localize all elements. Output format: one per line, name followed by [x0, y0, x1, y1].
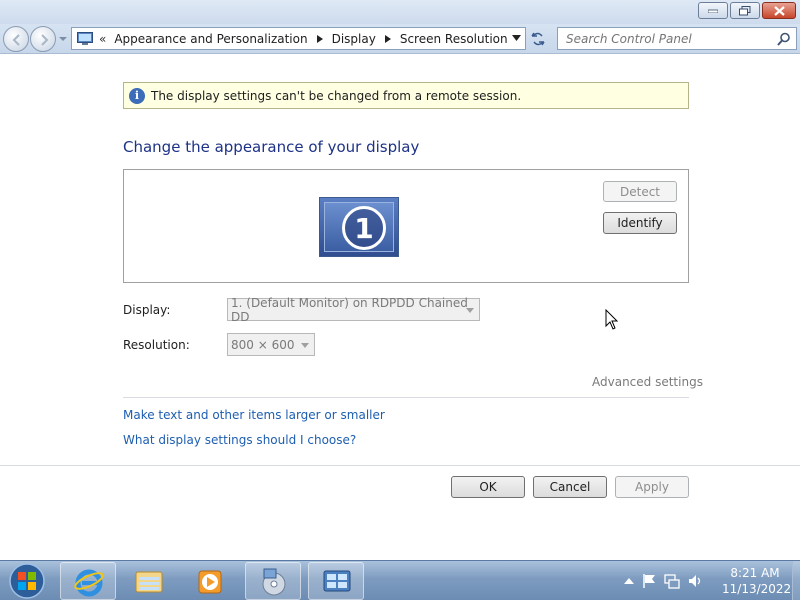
taskbar-control-panel[interactable] — [308, 562, 364, 600]
display-select[interactable]: 1. (Default Monitor) on RDPDD Chained DD — [227, 295, 480, 324]
taskbar-internet-explorer[interactable] — [60, 562, 116, 600]
resolution-label: Resolution: — [123, 338, 190, 352]
dvd-maker-icon — [262, 568, 286, 596]
forward-arrow-icon — [41, 34, 49, 46]
explorer-icon — [135, 571, 163, 593]
larger-text-link[interactable]: Make text and other items larger or smal… — [123, 408, 385, 422]
restore-button[interactable] — [730, 2, 760, 19]
breadcrumb-screen-resolution[interactable]: Screen Resolution — [400, 32, 508, 46]
display-help-link[interactable]: What display settings should I choose? — [123, 433, 356, 447]
search-box[interactable] — [557, 27, 797, 50]
back-arrow-icon — [12, 34, 20, 46]
address-dropdown-icon[interactable] — [512, 35, 521, 41]
control-panel-taskbar-icon — [323, 570, 351, 592]
internet-explorer-icon — [74, 569, 104, 597]
breadcrumb-appearance[interactable]: Appearance and Personalization — [114, 32, 307, 46]
media-player-icon — [198, 570, 222, 594]
minimize-button[interactable] — [698, 2, 728, 19]
apply-button[interactable]: Apply — [615, 476, 689, 498]
address-bar[interactable]: « Appearance and Personalization Display… — [71, 27, 526, 50]
divider — [123, 397, 689, 398]
close-button[interactable] — [762, 2, 796, 19]
cancel-button[interactable]: Cancel — [533, 476, 607, 498]
system-tray: 8:21 AM 11/13/2022 — [620, 561, 792, 600]
page-title: Change the appearance of your display — [123, 138, 420, 156]
monitor-icon[interactable]: 1 — [319, 197, 399, 257]
navigation-bar: « Appearance and Personalization Display… — [0, 24, 800, 54]
minimize-icon — [708, 9, 718, 13]
forward-button[interactable] — [30, 26, 56, 52]
show-hidden-icons-icon[interactable] — [624, 577, 634, 585]
refresh-icon[interactable] — [529, 30, 547, 48]
network-icon[interactable] — [664, 573, 680, 589]
monitor-number: 1 — [342, 206, 386, 250]
breadcrumb-display[interactable]: Display — [332, 32, 376, 46]
windows-start-icon[interactable] — [5, 562, 49, 600]
display-select-value: 1. (Default Monitor) on RDPDD Chained DD — [231, 295, 468, 324]
clock-date: 11/13/2022 — [722, 582, 792, 596]
window-titlebar — [0, 0, 800, 24]
infobar-message: The display settings can't be changed fr… — [151, 88, 522, 103]
taskbar-media-player[interactable] — [182, 562, 238, 600]
taskbar-windows-explorer[interactable] — [121, 562, 177, 600]
chevron-down-icon — [466, 308, 474, 313]
control-panel-icon — [77, 31, 93, 45]
display-arrangement-panel: 1 Detect Identify — [123, 169, 689, 283]
advanced-settings-link[interactable]: Advanced settings — [592, 375, 703, 389]
volume-icon[interactable] — [688, 573, 704, 589]
taskbar: 8:21 AM 11/13/2022 — [0, 560, 800, 600]
monitor-screen: 1 — [324, 202, 394, 252]
back-button[interactable] — [3, 26, 29, 52]
mouse-cursor-icon — [605, 309, 618, 330]
info-icon: i — [129, 87, 145, 104]
recent-pages-chevron-icon[interactable] — [58, 34, 68, 44]
flag-icon[interactable] — [642, 573, 656, 589]
detect-button[interactable]: Detect — [603, 181, 677, 202]
resolution-select-value: 800 × 600 — [231, 337, 295, 352]
identify-button[interactable]: Identify — [603, 212, 677, 234]
clock[interactable]: 8:21 AM 11/13/2022 — [722, 565, 792, 597]
taskbar-dvd-maker[interactable] — [245, 562, 301, 600]
window-controls — [698, 2, 796, 19]
display-label: Display: — [123, 303, 171, 317]
footer-divider — [0, 465, 800, 466]
show-desktop-button[interactable] — [792, 561, 800, 600]
search-icon[interactable] — [777, 32, 791, 46]
close-icon — [773, 5, 785, 16]
breadcrumb-overflow[interactable]: « — [99, 32, 106, 46]
remote-session-infobar: i The display settings can't be changed … — [123, 82, 689, 109]
clock-time: 8:21 AM — [730, 566, 780, 580]
ok-button[interactable]: OK — [451, 476, 525, 498]
breadcrumb-arrow-icon[interactable] — [316, 34, 323, 43]
resolution-select[interactable]: 800 × 600 — [227, 333, 315, 356]
restore-icon — [739, 5, 751, 15]
chevron-down-icon — [301, 343, 309, 348]
search-input[interactable] — [566, 31, 776, 46]
breadcrumb-arrow-icon[interactable] — [384, 34, 391, 43]
